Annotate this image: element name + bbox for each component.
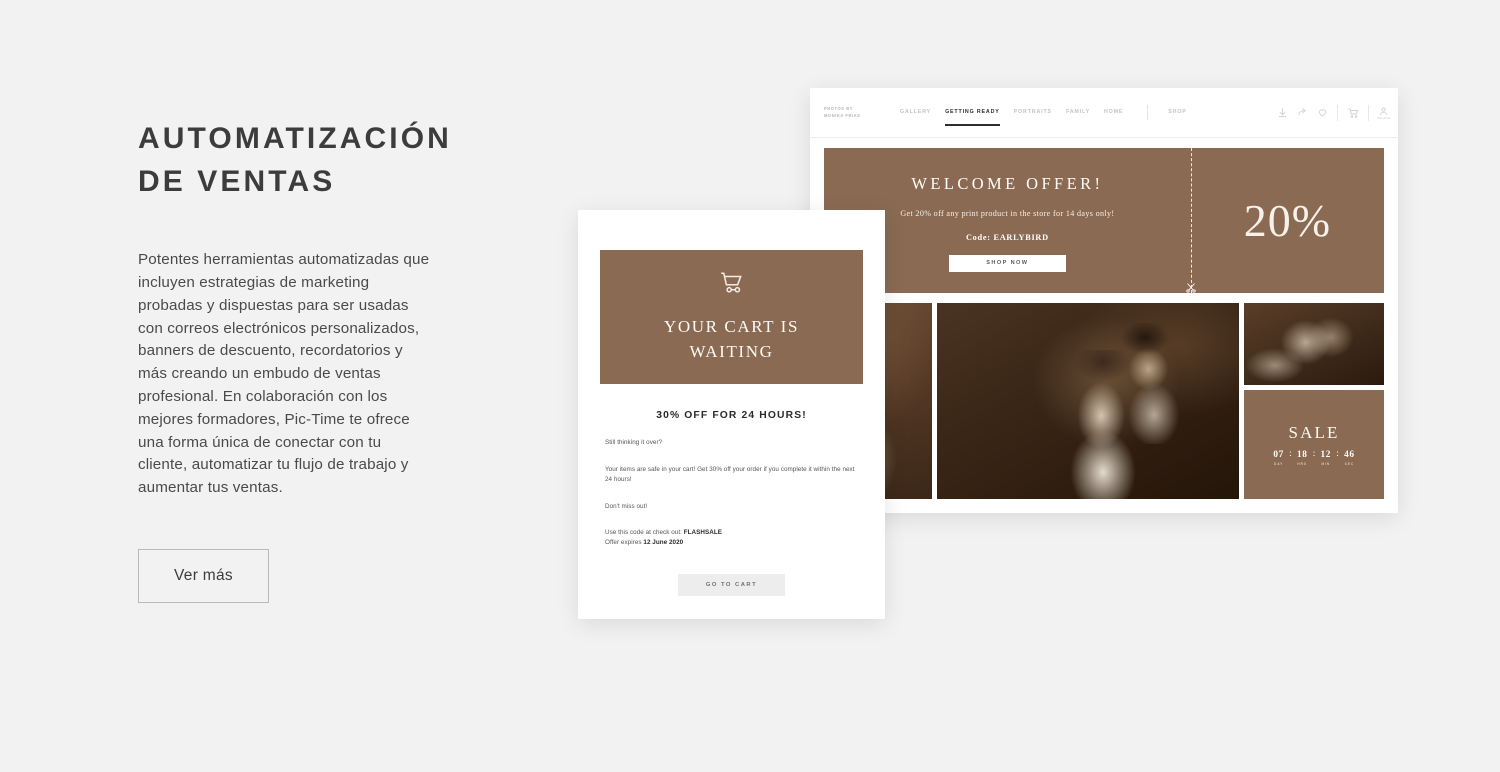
email-offer-headline: 30% OFF FOR 24 HOURS! (656, 410, 807, 421)
countdown-hours-label: HRS (1297, 462, 1308, 466)
sale-title: SALE (1288, 423, 1340, 442)
countdown-timer: 07 DAY : 18 HRS : 12 MIN : 46 SEC (1268, 449, 1360, 466)
countdown-days: 07 DAY (1268, 450, 1289, 466)
countdown-seconds: 46 SEC (1339, 450, 1360, 466)
icon-divider-right (1367, 104, 1369, 121)
email-paragraph-2: Your items are safe in your cart! Get 30… (605, 465, 855, 483)
nav-item-getting-ready[interactable]: GETTING READY (945, 109, 1000, 126)
sale-countdown-block: SALE 07 DAY : 18 HRS : 12 MIN: 46 SEC (1244, 390, 1384, 499)
page-title: AUTOMATIZACIÓN DE VENTAS (138, 122, 452, 198)
ver-mas-button[interactable]: Ver más (138, 548, 269, 603)
share-icon[interactable] (1297, 107, 1308, 118)
nav-item-gallery[interactable]: GALLERY (900, 109, 931, 117)
email-hero: YOUR CART IS WAITING (600, 250, 863, 384)
email-code-block: Use this code at check out: FLASHSALE Of… (605, 528, 858, 548)
user-icon[interactable]: PROFILE (1378, 106, 1391, 120)
site-navbar: PHOTOS BY MONIKA FRIAS GALLERY GETTING R… (810, 88, 1398, 138)
offer-code: Code: EARLYBIRD (965, 232, 1049, 242)
go-to-cart-button[interactable]: GO TO CART (678, 573, 785, 596)
email-paragraph-3: Don't miss out! (605, 502, 648, 510)
website-mockup-card: PHOTOS BY MONIKA FRIAS GALLERY GETTING R… (810, 88, 1398, 513)
countdown-days-value: 07 (1273, 450, 1284, 460)
scissors-icon (1185, 281, 1197, 299)
nav-item-home[interactable]: HOME (1104, 109, 1123, 117)
countdown-seconds-value: 46 (1344, 450, 1355, 460)
countdown-minutes-label: MIN (1321, 462, 1331, 466)
nav-item-shop[interactable]: SHOP (1168, 109, 1186, 117)
email-expiry-line: Offer expires 12 June 2020 (605, 538, 858, 548)
email-body: 30% OFF FOR 24 HOURS! Still thinking it … (578, 384, 885, 596)
cart-icon[interactable] (1347, 107, 1359, 119)
coupon-cut-line (1190, 148, 1192, 293)
countdown-minutes-value: 12 (1320, 450, 1332, 460)
offer-percent: 20% (1243, 195, 1332, 246)
shop-now-button[interactable]: SHOP NOW (948, 254, 1066, 272)
user-icon-label: PROFILE (1377, 116, 1390, 120)
nav-item-family[interactable]: FAMILY (1066, 109, 1090, 117)
countdown-hours: 18 HRS (1292, 450, 1313, 466)
email-paragraph-1: Still thinking it over? (605, 439, 663, 446)
email-code-prefix: Use this code at check out: (605, 528, 684, 536)
cart-email-card: YOUR CART IS WAITING 30% OFF FOR 24 HOUR… (578, 210, 885, 619)
email-code-value: FLASHSALE (683, 528, 722, 536)
offer-percent-area: 20% (1191, 148, 1384, 293)
intro-paragraph: Potentes herramientas automatizadas que … (138, 251, 430, 497)
email-expiry-date: 12 June 2020 (643, 538, 684, 546)
photo-gallery-grid: SALE 07 DAY : 18 HRS : 12 MIN: 46 SEC (824, 303, 1384, 499)
countdown-seconds-label: SEC (1344, 462, 1355, 466)
nav-item-portraits[interactable]: PORTRAITS (1014, 109, 1052, 117)
welcome-offer-banner: WELCOME OFFER! Get 20% off any print pro… (824, 148, 1384, 293)
nav-divider (1147, 105, 1149, 120)
gallery-photo-couple[interactable] (937, 303, 1239, 499)
countdown-hours-value: 18 (1296, 450, 1308, 460)
gallery-column-right: SALE 07 DAY : 18 HRS : 12 MIN: 46 SEC (1244, 303, 1384, 499)
download-icon[interactable] (1277, 107, 1288, 118)
shopping-cart-icon (717, 270, 747, 301)
email-hero-title: YOUR CART IS WAITING (664, 317, 799, 361)
site-nav-links: GALLERY GETTING READY PORTRAITS FAMILY H… (900, 105, 1187, 126)
gallery-column-center (937, 303, 1239, 499)
icon-divider-left (1336, 104, 1338, 121)
offer-subtitle: Get 20% off any print product in the sto… (900, 208, 1115, 218)
site-logo[interactable]: PHOTOS BY MONIKA FRIAS (824, 106, 876, 119)
countdown-minutes: 12 MIN (1315, 450, 1336, 466)
countdown-days-label: DAY (1273, 462, 1284, 466)
intro-section: AUTOMATIZACIÓN DE VENTAS Potentes herram… (138, 118, 452, 603)
offer-title: WELCOME OFFER! (911, 173, 1104, 193)
email-expiry-prefix: Offer expires (605, 538, 644, 546)
gallery-photo-couple-small[interactable] (1244, 303, 1384, 385)
heart-icon[interactable] (1317, 107, 1328, 118)
site-nav-icons: PROFILE (1277, 104, 1391, 121)
